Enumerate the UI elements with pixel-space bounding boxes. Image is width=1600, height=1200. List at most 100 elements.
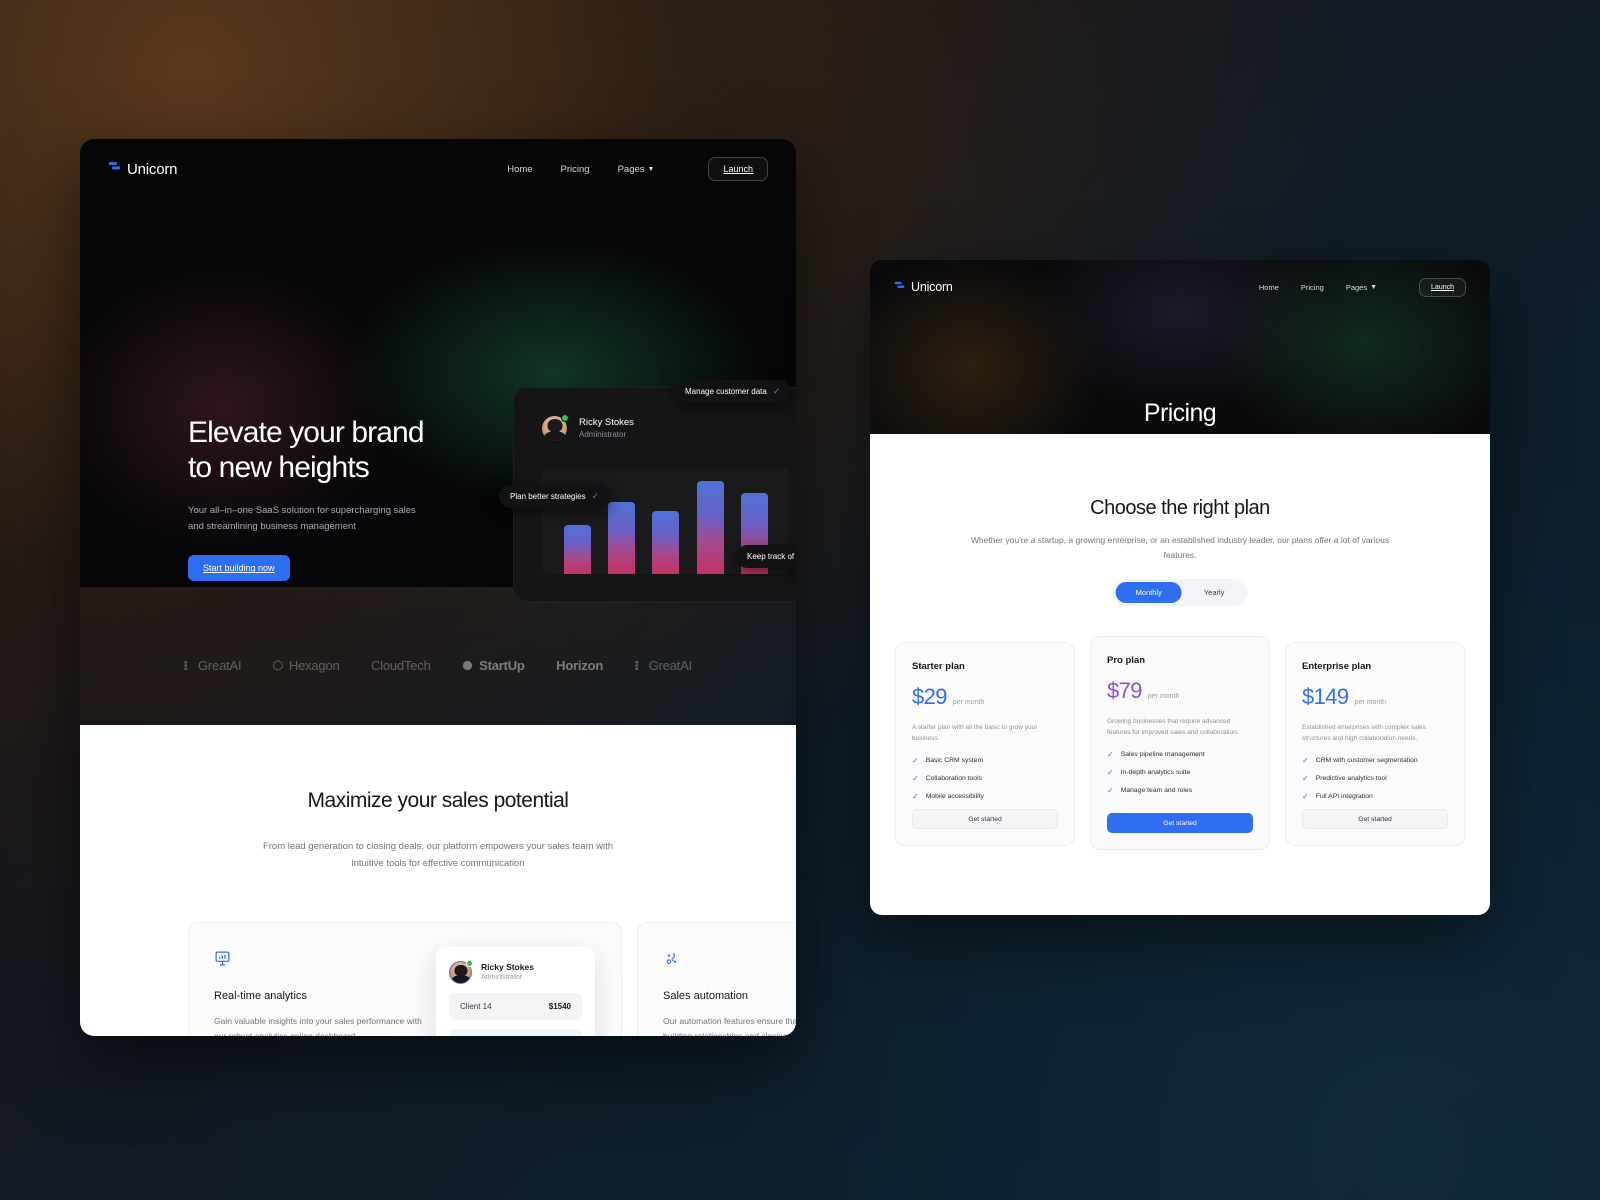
brand-name: Unicorn [127, 160, 178, 178]
get-started-button[interactable]: Get started [1302, 809, 1448, 829]
logo-label: Horizon [556, 657, 604, 673]
chevron-down-icon: ▼ [647, 165, 655, 173]
dashboard-user: Ricky Stokes Administrator [541, 414, 634, 442]
nav-link-pages[interactable]: Pages ▼ [1346, 283, 1377, 292]
nav-link-home[interactable]: Home [507, 164, 532, 175]
dashboard-user-name: Ricky Stokes [579, 416, 634, 428]
nav-link-pages[interactable]: Pages ▼ [618, 164, 655, 175]
plan-feature-list: ✓ Sales pipeline management ✓ In-depth ana… [1107, 750, 1253, 795]
home-navbar: Unicorn Home Pricing Pages ▼ Launch [108, 154, 768, 184]
hero-subtitle: Your all–in–one SaaS solution for superc… [188, 505, 416, 533]
plan-name: Starter plan [912, 661, 965, 672]
feature-title: Sales automation [663, 990, 748, 1002]
plan-feature-label: Mobile accessibility [925, 793, 984, 801]
plan-price-row: $29 per month [912, 684, 1058, 710]
plan-feature: ✓ Manage team and roles [1107, 786, 1253, 795]
plan-price-row: $79 per month [1107, 678, 1253, 704]
plan-price-row: $149 per month [1302, 684, 1448, 710]
home-hero-section: Unicorn Home Pricing Pages ▼ Launch Eleva… [80, 139, 796, 673]
pricing-navbar: Unicorn Home Pricing Pages ▼ Launch [894, 274, 1466, 300]
brand-logo[interactable]: Unicorn [894, 278, 953, 296]
plan-price: $29 [912, 684, 948, 709]
launch-button[interactable]: Launch [708, 157, 768, 181]
logo-greatai-1: GreatAI [184, 658, 242, 673]
client-row: Client 51 $96 [449, 1029, 582, 1036]
toggle-option-monthly[interactable]: Monthly [1115, 582, 1182, 603]
brand-logo[interactable]: Unicorn [108, 160, 177, 178]
client-name: Client 14 [460, 1002, 492, 1011]
section-subtitle: From lead generation to closing deals, o… [262, 841, 614, 869]
pricing-page-window: Unicorn Home Pricing Pages ▼ Launch Prici… [870, 260, 1490, 915]
chart-bar [608, 501, 636, 574]
plan-feature: ✓ Collaboration tools [912, 774, 1058, 783]
check-icon: ✓ [912, 756, 919, 766]
chevron-down-icon: ▼ [1370, 283, 1378, 291]
hexagon-mark-icon [273, 659, 283, 671]
plan-feature-label: Predictive analytics tool [1315, 775, 1387, 783]
logo-greatai-2: GreatAI [634, 657, 693, 673]
brand-name: Unicorn [911, 280, 953, 294]
pricing-card-starter: Starter plan $29 per month A starter pla… [895, 642, 1075, 846]
billing-period-toggle[interactable]: Monthly Yearly [1112, 579, 1248, 606]
mini-user-role: Administrator [481, 974, 523, 982]
online-status-dot [561, 414, 569, 422]
plan-feature-label: In-depth analytics suite [1120, 769, 1191, 777]
mini-user-name: Ricky Stokes [481, 961, 534, 972]
client-logo-strip: GreatAI Hexagon CloudTech StartUp Horizo… [80, 639, 796, 691]
plan-feature-label: Full API integration [1315, 793, 1373, 801]
nav-link-pages-label: Pages [1345, 282, 1368, 292]
launch-button[interactable]: Launch [1419, 277, 1466, 297]
nav-link-home[interactable]: Home [1259, 283, 1279, 292]
feature-description: Our automation features ensure that you … [663, 1016, 796, 1036]
client-revenue-mini-card: Ricky Stokes Administrator Client 14 $15… [436, 947, 595, 1036]
get-started-button[interactable]: Get started [912, 809, 1058, 829]
check-icon: ✓ [1302, 792, 1309, 802]
feature-title: Real-time analytics [214, 990, 307, 1002]
pricing-plans-section: Choose the right plan Whether you're a s… [870, 434, 1490, 915]
analytics-board-icon [214, 951, 231, 971]
logo-hexagon: Hexagon [273, 658, 340, 673]
check-icon: ✓ [591, 491, 600, 501]
check-icon: ✓ [1107, 750, 1114, 760]
chart-bar [652, 511, 680, 574]
home-page-window: Unicorn Home Pricing Pages ▼ Launch Eleva… [80, 139, 796, 1036]
logo-cloudtech: CloudTech [371, 658, 431, 673]
check-icon: ✓ [1107, 786, 1114, 796]
get-started-button[interactable]: Get started [1107, 813, 1253, 833]
plan-feature-list: ✓ CRM with customer segmentation ✓ Predict… [1302, 756, 1448, 801]
hero-title: Elevate your brand to new heights [188, 415, 488, 485]
plan-description: Established enterprises with complex sal… [1302, 724, 1426, 743]
bars-mark-icon [634, 660, 638, 670]
check-icon: ✓ [1107, 768, 1114, 778]
feature-card-automation[interactable]: Sales automation Our automation features… [637, 922, 796, 1036]
plan-feature-label: Sales pipeline management [1120, 751, 1205, 759]
plan-name: Pro plan [1107, 655, 1146, 666]
toggle-option-yearly[interactable]: Yearly [1184, 582, 1245, 603]
pill-keep-track-of-sales: Keep track of your sales ✓ [736, 545, 796, 568]
plan-period: per month [1147, 693, 1180, 700]
page-title: Pricing [1143, 399, 1217, 427]
hero-copy: Elevate your brand to new heights Your a… [188, 415, 488, 582]
logo-label: StartUp [479, 657, 525, 673]
chart-bar [696, 480, 724, 574]
chart-bar [563, 525, 591, 574]
client-row: Client 14 $1540 [449, 993, 582, 1020]
logo-label: GreatAI [648, 657, 693, 673]
plan-feature-label: Manage team and roles [1120, 787, 1193, 795]
nav-link-pricing[interactable]: Pricing [1301, 283, 1324, 292]
avatar [541, 414, 569, 442]
plan-name: Enterprise plan [1302, 661, 1372, 672]
mini-card-user: Ricky Stokes Administrator [449, 960, 582, 984]
nav-link-pricing[interactable]: Pricing [561, 164, 590, 175]
pill-manage-customer-data: Manage customer data ✓ [674, 380, 792, 403]
online-status-dot [466, 960, 473, 967]
logo-label: Hexagon [288, 657, 340, 673]
nav-link-pages-label: Pages [617, 163, 645, 175]
start-building-button[interactable]: Start building now [188, 555, 290, 582]
check-icon: ✓ [912, 792, 919, 802]
plans-subheading: Whether you're a startup, a growing ente… [970, 535, 1390, 561]
client-amount: $1540 [548, 1002, 571, 1011]
unicorn-logo-icon [108, 160, 121, 178]
pricing-hero-section: Unicorn Home Pricing Pages ▼ Launch Prici… [870, 260, 1490, 434]
pill-track-label: Keep track of your sales [747, 552, 796, 561]
